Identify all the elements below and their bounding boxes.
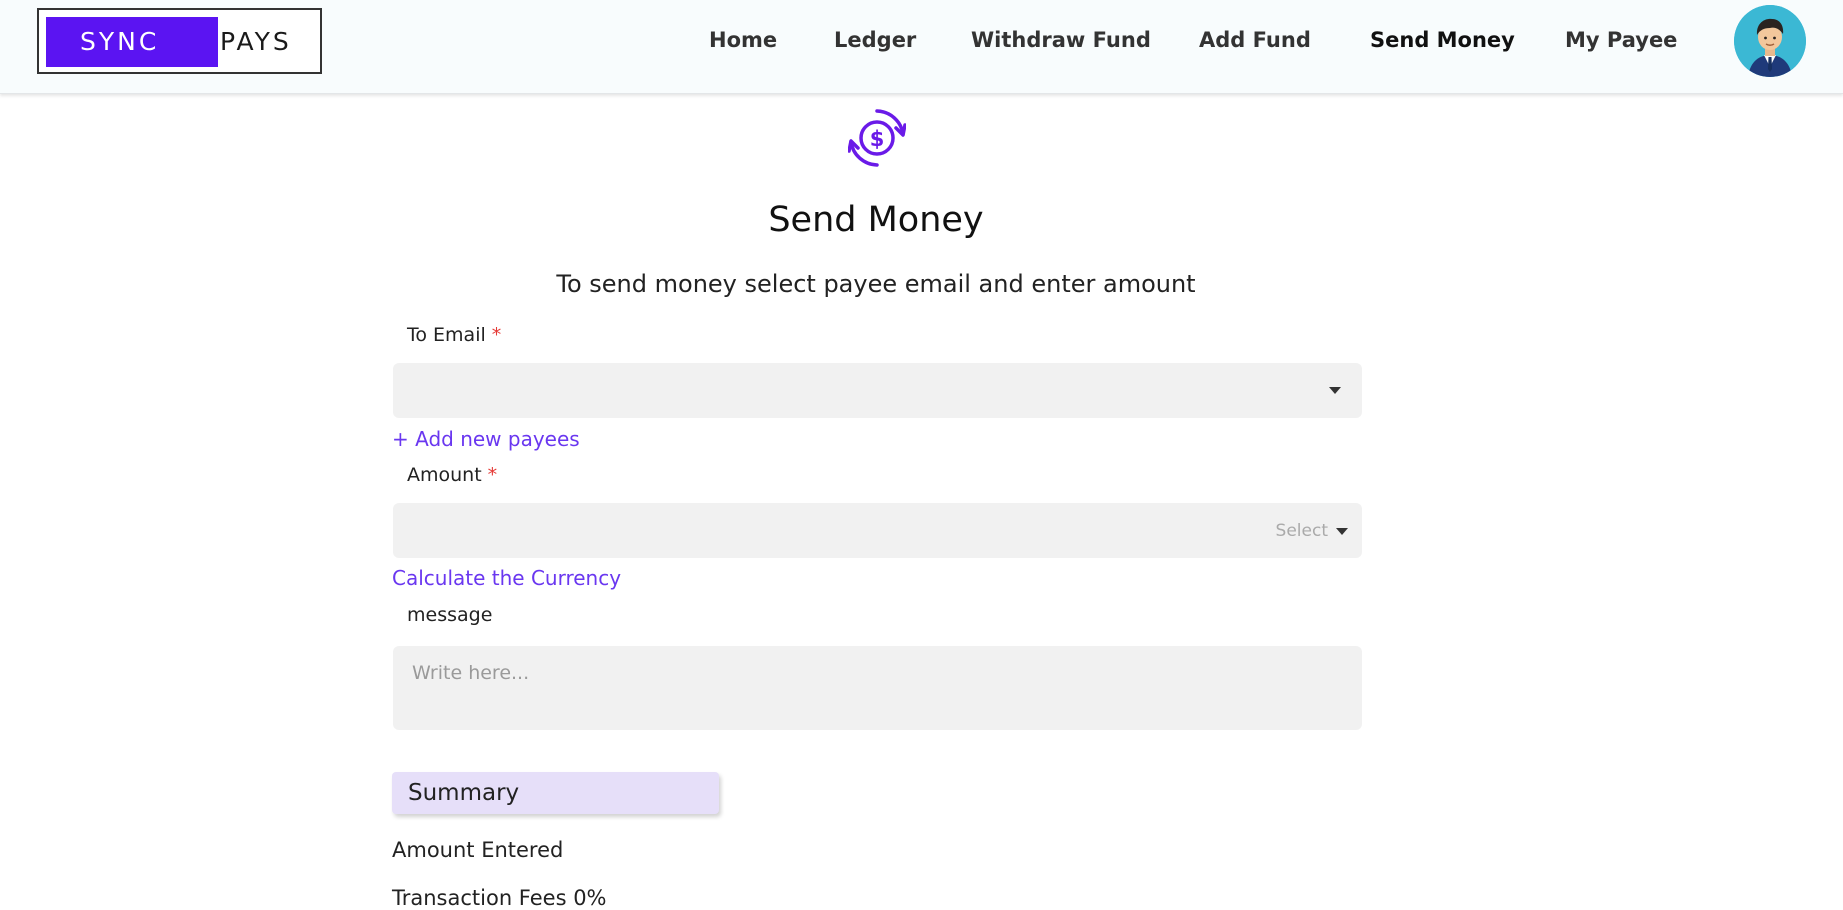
nav-home-link[interactable]: Home bbox=[709, 25, 777, 55]
svg-text:$: $ bbox=[870, 127, 885, 151]
summary-transaction-fees: Transaction Fees 0% bbox=[392, 886, 607, 910]
message-textarea[interactable]: Write here... bbox=[393, 646, 1362, 730]
summary-header: Summary bbox=[392, 772, 719, 814]
required-asterisk: * bbox=[491, 324, 502, 346]
money-transfer-icon: $ bbox=[848, 109, 906, 167]
currency-select[interactable]: Select bbox=[1276, 516, 1348, 546]
amount-label-text: Amount bbox=[407, 464, 482, 486]
top-navbar: SYNC PAYS Home Ledger Withdraw Fund Add … bbox=[0, 0, 1843, 94]
to-email-label-text: To Email bbox=[407, 324, 486, 346]
user-avatar[interactable] bbox=[1734, 5, 1806, 77]
add-new-payee-link[interactable]: + Add new payees bbox=[392, 427, 580, 451]
message-label: message bbox=[407, 604, 493, 626]
brand-logo-pays: PAYS bbox=[220, 27, 292, 56]
brand-logo-sync: SYNC bbox=[46, 17, 218, 67]
calculate-currency-link[interactable]: Calculate the Currency bbox=[392, 566, 621, 590]
page-title: Send Money bbox=[768, 200, 984, 240]
user-avatar-icon bbox=[1734, 5, 1806, 77]
nav-send-money-link[interactable]: Send Money bbox=[1370, 25, 1515, 55]
amount-label: Amount * bbox=[407, 464, 497, 486]
nav-my-payee-link[interactable]: My Payee bbox=[1565, 25, 1677, 55]
nav-withdraw-fund-link[interactable]: Withdraw Fund bbox=[971, 25, 1151, 55]
chevron-down-icon bbox=[1329, 387, 1341, 394]
required-asterisk: * bbox=[487, 464, 498, 486]
chevron-down-icon bbox=[1336, 528, 1348, 535]
currency-select-placeholder: Select bbox=[1275, 521, 1328, 541]
amount-input[interactable]: Select bbox=[393, 503, 1362, 558]
to-email-select[interactable] bbox=[393, 363, 1362, 418]
to-email-label: To Email * bbox=[407, 324, 501, 346]
page-subtitle: To send money select payee email and ent… bbox=[556, 270, 1196, 298]
summary-amount-entered: Amount Entered bbox=[392, 838, 564, 862]
brand-logo[interactable]: SYNC PAYS bbox=[37, 8, 322, 74]
nav-ledger-link[interactable]: Ledger bbox=[834, 25, 916, 55]
nav-add-fund-link[interactable]: Add Fund bbox=[1199, 25, 1311, 55]
message-placeholder: Write here... bbox=[412, 662, 530, 684]
